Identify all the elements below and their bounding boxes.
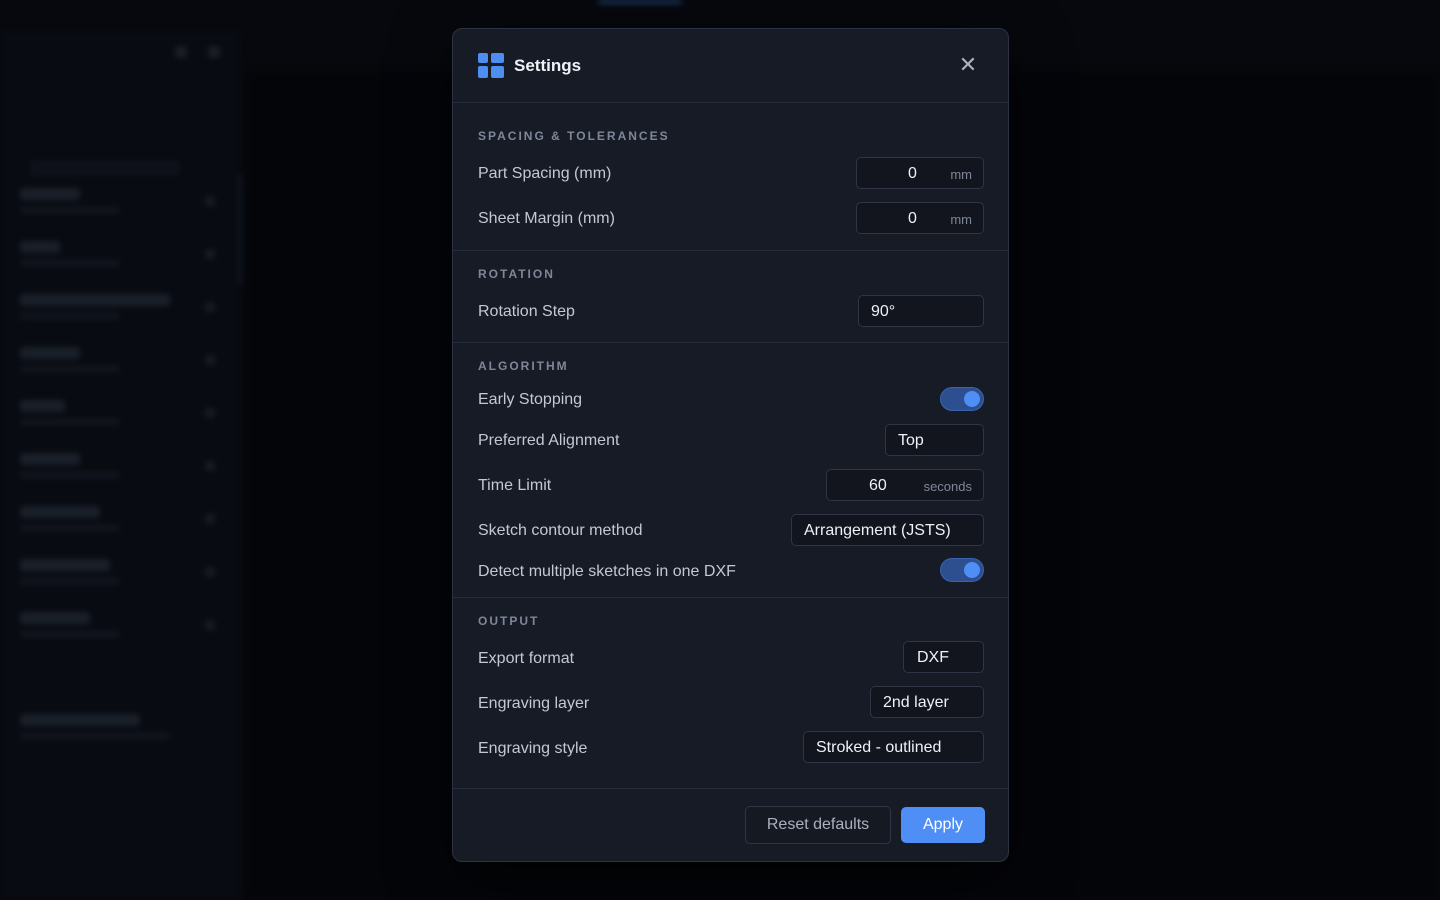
background-sidebar-icon [175,46,187,58]
part-spacing-input[interactable]: 0 mm [856,157,984,189]
section-algorithm: ALGORITHM Early Stopping Preferred Align… [453,343,1008,598]
export-format-value: DXF [917,649,949,666]
early-stopping-label: Early Stopping [478,391,583,408]
time-limit-input[interactable]: 60 seconds [826,469,984,501]
rotation-step-value: 90° [871,303,896,320]
background-list-item [10,447,230,491]
settings-dialog: Settings ✕ SPACING & TOLERANCES Part Spa… [452,28,1009,862]
background-sidebar [0,30,240,900]
time-limit-label: Time Limit [478,477,552,494]
background-list-item [10,553,230,597]
apply-button[interactable]: Apply [901,807,985,843]
dialog-header: Settings ✕ [453,29,1008,103]
detect-multiple-label: Detect multiple sketches in one DXF [478,563,736,580]
rotation-step-label: Rotation Step [478,303,575,320]
toggle-knob [964,562,980,578]
sketch-contour-select[interactable]: Arrangement (JSTS) [791,514,984,546]
dialog-title: Settings [514,56,582,75]
background-list-item [10,394,230,438]
background-topbar [0,0,1440,6]
part-spacing-label: Part Spacing (mm) [478,165,612,182]
sheet-margin-unit: mm [950,212,972,227]
section-title: OUTPUT [478,614,540,628]
background-list-item [10,182,230,226]
background-list-item [10,235,230,279]
time-limit-value: 60 [869,477,887,494]
section-title: ROTATION [478,267,555,281]
dialog-footer: Reset defaults Apply [453,789,1008,863]
background-list-item [10,708,230,752]
sketch-contour-value: Arrangement (JSTS) [804,522,951,539]
background-sidebar-icon [208,46,220,58]
part-spacing-value: 0 [908,165,917,182]
background-scrollbar [238,175,242,285]
app-logo-icon [478,53,504,78]
background-tab-indicator [598,0,682,4]
time-limit-unit: seconds [923,479,972,494]
section-rotation: ROTATION Rotation Step 90° [453,251,1008,343]
export-format-select[interactable]: DXF [903,641,984,673]
section-spacing: SPACING & TOLERANCES Part Spacing (mm) 0… [453,103,1008,251]
section-output: OUTPUT Export format DXF Engraving layer… [453,598,1008,789]
section-title: ALGORITHM [478,359,569,373]
engraving-layer-label: Engraving layer [478,695,590,712]
background-list-item [10,288,230,332]
engraving-layer-select[interactable]: 2nd layer [870,686,984,718]
engraving-style-label: Engraving style [478,740,588,757]
sheet-margin-label: Sheet Margin (mm) [478,210,615,227]
reset-defaults-button[interactable]: Reset defaults [745,806,891,844]
sketch-contour-label: Sketch contour method [478,522,643,539]
background-list-item [10,341,230,385]
section-title: SPACING & TOLERANCES [478,129,670,143]
background-list-item [10,500,230,544]
preferred-alignment-value: Top [898,432,924,449]
sheet-margin-input[interactable]: 0 mm [856,202,984,234]
sheet-margin-value: 0 [908,210,917,227]
engraving-layer-value: 2nd layer [883,694,949,711]
part-spacing-unit: mm [950,167,972,182]
rotation-step-select[interactable]: 90° [858,295,984,327]
engraving-style-value: Stroked - outlined [816,739,942,756]
engraving-style-select[interactable]: Stroked - outlined [803,731,984,763]
background-search [30,160,180,176]
background-list-item [10,606,230,650]
preferred-alignment-select[interactable]: Top [885,424,984,456]
export-format-label: Export format [478,650,575,667]
detect-multiple-toggle[interactable] [940,558,984,582]
toggle-knob [964,391,980,407]
early-stopping-toggle[interactable] [940,387,984,411]
close-icon[interactable]: ✕ [956,53,980,77]
preferred-alignment-label: Preferred Alignment [478,432,620,449]
